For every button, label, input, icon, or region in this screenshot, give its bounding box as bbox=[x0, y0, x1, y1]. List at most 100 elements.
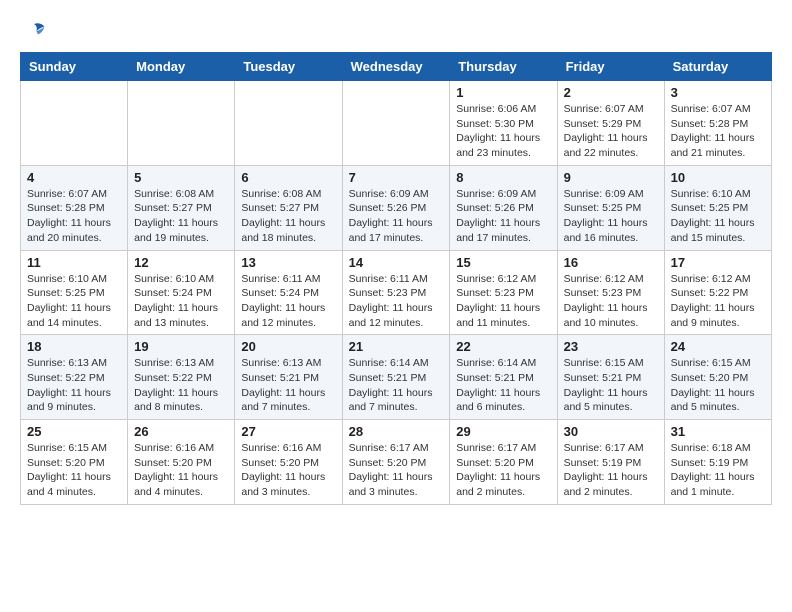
calendar-cell: 4 Sunrise: 6:07 AMSunset: 5:28 PMDaylight… bbox=[21, 165, 128, 250]
calendar-week-row: 11 Sunrise: 6:10 AMSunset: 5:25 PMDayligh… bbox=[21, 250, 772, 335]
day-info: Sunrise: 6:08 AMSunset: 5:27 PMDaylight:… bbox=[241, 187, 335, 246]
calendar-cell: 6 Sunrise: 6:08 AMSunset: 5:27 PMDaylight… bbox=[235, 165, 342, 250]
calendar-cell: 9 Sunrise: 6:09 AMSunset: 5:25 PMDaylight… bbox=[557, 165, 664, 250]
calendar-cell: 7 Sunrise: 6:09 AMSunset: 5:26 PMDaylight… bbox=[342, 165, 450, 250]
calendar-cell: 12Sunrise: 6:10 AMSunset: 5:24 PMDayligh… bbox=[128, 250, 235, 335]
day-info: Sunrise: 6:06 AMSunset: 5:30 PMDaylight:… bbox=[456, 102, 550, 161]
day-number: 16 bbox=[564, 255, 658, 270]
day-number: 15 bbox=[456, 255, 550, 270]
day-number: 29 bbox=[456, 424, 550, 439]
calendar-cell: 29 Sunrise: 6:17 AMSunset: 5:20 PMDayligh… bbox=[450, 420, 557, 505]
calendar-cell: 24 Sunrise: 6:15 AMSunset: 5:20 PMDayligh… bbox=[664, 335, 771, 420]
day-info: Sunrise: 6:12 AMSunset: 5:23 PMDaylight:… bbox=[564, 272, 658, 331]
day-number: 28 bbox=[349, 424, 444, 439]
day-info: Sunrise: 6:16 AMSunset: 5:20 PMDaylight:… bbox=[241, 441, 335, 500]
calendar-cell: 27 Sunrise: 6:16 AMSunset: 5:20 PMDayligh… bbox=[235, 420, 342, 505]
page-header bbox=[20, 20, 772, 44]
day-info: Sunrise: 6:07 AMSunset: 5:29 PMDaylight:… bbox=[564, 102, 658, 161]
day-number: 30 bbox=[564, 424, 658, 439]
day-info: Sunrise: 6:15 AMSunset: 5:20 PMDaylight:… bbox=[671, 356, 765, 415]
day-number: 8 bbox=[456, 170, 550, 185]
day-number: 13 bbox=[241, 255, 335, 270]
day-number: 17 bbox=[671, 255, 765, 270]
day-info: Sunrise: 6:16 AMSunset: 5:20 PMDaylight:… bbox=[134, 441, 228, 500]
calendar-cell: 10Sunrise: 6:10 AMSunset: 5:25 PMDayligh… bbox=[664, 165, 771, 250]
day-header-saturday: Saturday bbox=[664, 53, 771, 81]
day-number: 11 bbox=[27, 255, 121, 270]
calendar-cell: 1 Sunrise: 6:06 AMSunset: 5:30 PMDaylight… bbox=[450, 81, 557, 166]
day-info: Sunrise: 6:10 AMSunset: 5:25 PMDaylight:… bbox=[27, 272, 121, 331]
day-info: Sunrise: 6:12 AMSunset: 5:22 PMDaylight:… bbox=[671, 272, 765, 331]
calendar-cell: 20 Sunrise: 6:13 AMSunset: 5:21 PMDayligh… bbox=[235, 335, 342, 420]
day-number: 31 bbox=[671, 424, 765, 439]
calendar-week-row: 18 Sunrise: 6:13 AMSunset: 5:22 PMDayligh… bbox=[21, 335, 772, 420]
day-info: Sunrise: 6:11 AMSunset: 5:23 PMDaylight:… bbox=[349, 272, 444, 331]
day-info: Sunrise: 6:13 AMSunset: 5:22 PMDaylight:… bbox=[134, 356, 228, 415]
day-info: Sunrise: 6:07 AMSunset: 5:28 PMDaylight:… bbox=[671, 102, 765, 161]
day-number: 1 bbox=[456, 85, 550, 100]
calendar-table: SundayMondayTuesdayWednesdayThursdayFrid… bbox=[20, 52, 772, 505]
calendar-cell: 25Sunrise: 6:15 AMSunset: 5:20 PMDayligh… bbox=[21, 420, 128, 505]
day-header-thursday: Thursday bbox=[450, 53, 557, 81]
day-number: 27 bbox=[241, 424, 335, 439]
calendar-cell: 17 Sunrise: 6:12 AMSunset: 5:22 PMDayligh… bbox=[664, 250, 771, 335]
day-number: 26 bbox=[134, 424, 228, 439]
day-info: Sunrise: 6:18 AMSunset: 5:19 PMDaylight:… bbox=[671, 441, 765, 500]
day-header-monday: Monday bbox=[128, 53, 235, 81]
calendar-cell: 18 Sunrise: 6:13 AMSunset: 5:22 PMDayligh… bbox=[21, 335, 128, 420]
day-number: 4 bbox=[27, 170, 121, 185]
day-info: Sunrise: 6:08 AMSunset: 5:27 PMDaylight:… bbox=[134, 187, 228, 246]
day-info: Sunrise: 6:17 AMSunset: 5:20 PMDaylight:… bbox=[456, 441, 550, 500]
day-number: 7 bbox=[349, 170, 444, 185]
day-info: Sunrise: 6:13 AMSunset: 5:22 PMDaylight:… bbox=[27, 356, 121, 415]
day-number: 22 bbox=[456, 339, 550, 354]
day-header-wednesday: Wednesday bbox=[342, 53, 450, 81]
calendar-cell: 8Sunrise: 6:09 AMSunset: 5:26 PMDaylight… bbox=[450, 165, 557, 250]
day-number: 3 bbox=[671, 85, 765, 100]
calendar-header-row: SundayMondayTuesdayWednesdayThursdayFrid… bbox=[21, 53, 772, 81]
calendar-cell bbox=[342, 81, 450, 166]
calendar-cell: 11 Sunrise: 6:10 AMSunset: 5:25 PMDayligh… bbox=[21, 250, 128, 335]
calendar-cell: 28Sunrise: 6:17 AMSunset: 5:20 PMDayligh… bbox=[342, 420, 450, 505]
day-info: Sunrise: 6:09 AMSunset: 5:26 PMDaylight:… bbox=[349, 187, 444, 246]
calendar-cell: 16 Sunrise: 6:12 AMSunset: 5:23 PMDayligh… bbox=[557, 250, 664, 335]
day-info: Sunrise: 6:11 AMSunset: 5:24 PMDaylight:… bbox=[241, 272, 335, 331]
calendar-week-row: 4 Sunrise: 6:07 AMSunset: 5:28 PMDaylight… bbox=[21, 165, 772, 250]
day-number: 2 bbox=[564, 85, 658, 100]
calendar-cell: 5 Sunrise: 6:08 AMSunset: 5:27 PMDaylight… bbox=[128, 165, 235, 250]
day-number: 18 bbox=[27, 339, 121, 354]
logo bbox=[20, 20, 46, 44]
calendar-cell: 23 Sunrise: 6:15 AMSunset: 5:21 PMDayligh… bbox=[557, 335, 664, 420]
day-number: 24 bbox=[671, 339, 765, 354]
day-info: Sunrise: 6:09 AMSunset: 5:25 PMDaylight:… bbox=[564, 187, 658, 246]
calendar-cell bbox=[128, 81, 235, 166]
day-info: Sunrise: 6:14 AMSunset: 5:21 PMDaylight:… bbox=[456, 356, 550, 415]
day-number: 20 bbox=[241, 339, 335, 354]
calendar-cell: 15 Sunrise: 6:12 AMSunset: 5:23 PMDayligh… bbox=[450, 250, 557, 335]
calendar-cell: 26 Sunrise: 6:16 AMSunset: 5:20 PMDayligh… bbox=[128, 420, 235, 505]
calendar-cell: 3 Sunrise: 6:07 AMSunset: 5:28 PMDaylight… bbox=[664, 81, 771, 166]
day-number: 23 bbox=[564, 339, 658, 354]
day-info: Sunrise: 6:14 AMSunset: 5:21 PMDaylight:… bbox=[349, 356, 444, 415]
calendar-cell: 31 Sunrise: 6:18 AMSunset: 5:19 PMDayligh… bbox=[664, 420, 771, 505]
day-number: 12 bbox=[134, 255, 228, 270]
day-info: Sunrise: 6:15 AMSunset: 5:20 PMDaylight:… bbox=[27, 441, 121, 500]
day-number: 6 bbox=[241, 170, 335, 185]
calendar-cell: 13 Sunrise: 6:11 AMSunset: 5:24 PMDayligh… bbox=[235, 250, 342, 335]
calendar-cell: 14 Sunrise: 6:11 AMSunset: 5:23 PMDayligh… bbox=[342, 250, 450, 335]
day-info: Sunrise: 6:12 AMSunset: 5:23 PMDaylight:… bbox=[456, 272, 550, 331]
day-header-sunday: Sunday bbox=[21, 53, 128, 81]
calendar-week-row: 1 Sunrise: 6:06 AMSunset: 5:30 PMDaylight… bbox=[21, 81, 772, 166]
calendar-week-row: 25Sunrise: 6:15 AMSunset: 5:20 PMDayligh… bbox=[21, 420, 772, 505]
day-info: Sunrise: 6:13 AMSunset: 5:21 PMDaylight:… bbox=[241, 356, 335, 415]
day-number: 10 bbox=[671, 170, 765, 185]
day-number: 14 bbox=[349, 255, 444, 270]
day-number: 5 bbox=[134, 170, 228, 185]
calendar-cell: 21Sunrise: 6:14 AMSunset: 5:21 PMDayligh… bbox=[342, 335, 450, 420]
day-info: Sunrise: 6:07 AMSunset: 5:28 PMDaylight:… bbox=[27, 187, 121, 246]
day-number: 9 bbox=[564, 170, 658, 185]
calendar-cell bbox=[235, 81, 342, 166]
day-info: Sunrise: 6:15 AMSunset: 5:21 PMDaylight:… bbox=[564, 356, 658, 415]
calendar-cell bbox=[21, 81, 128, 166]
day-header-tuesday: Tuesday bbox=[235, 53, 342, 81]
